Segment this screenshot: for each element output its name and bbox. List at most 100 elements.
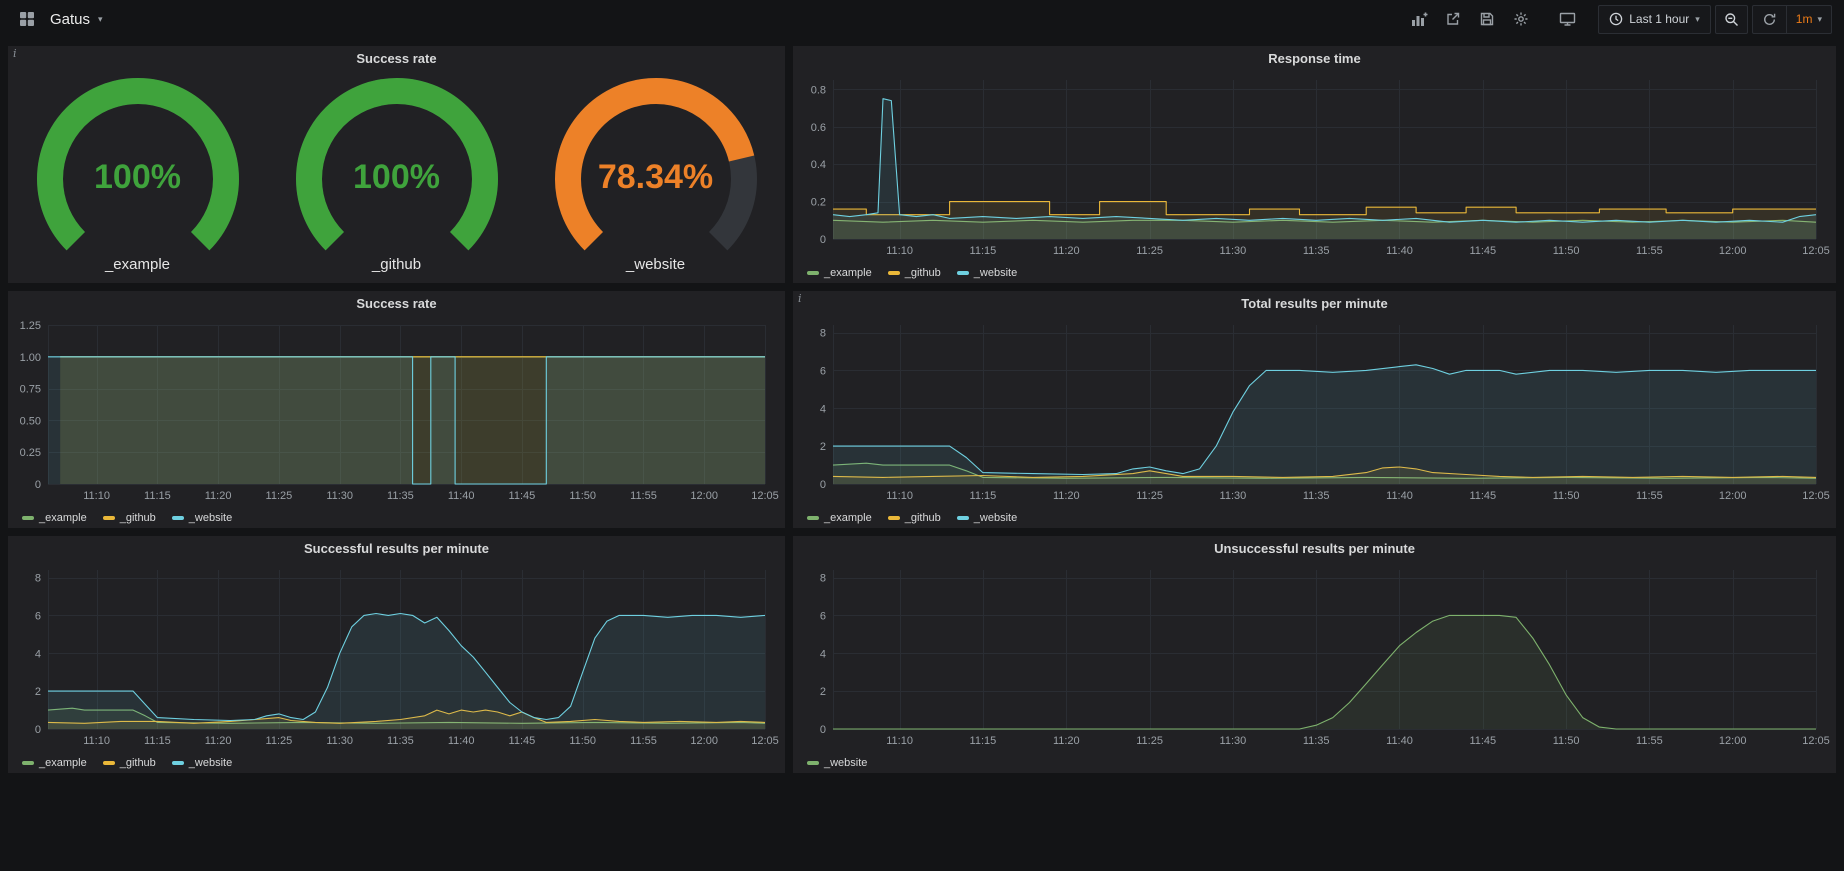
svg-text:11:40: 11:40 <box>448 735 475 747</box>
panel-success-rate-gauges: i Success rate 100% _example 100% _githu… <box>8 46 785 283</box>
svg-text:12:00: 12:00 <box>1719 245 1747 257</box>
svg-text:11:40: 11:40 <box>1386 490 1413 502</box>
navbar-left: Gatus ▾ <box>12 6 103 32</box>
total-results-chart[interactable]: 0246811:1011:1511:2011:2511:3011:3511:40… <box>797 317 1832 504</box>
chart-canvas[interactable]: 0246811:1011:1511:2011:2511:3011:3511:40… <box>797 562 1832 749</box>
dashboard-title-caret-icon[interactable]: ▾ <box>98 15 103 24</box>
panel-info-icon[interactable]: i <box>798 292 802 305</box>
legend-item-website[interactable]: _website <box>807 757 867 769</box>
y-axis-labels: 02468 <box>35 573 41 736</box>
svg-text:11:45: 11:45 <box>509 490 536 502</box>
chart-canvas[interactable]: 00.20.40.60.811:1011:1511:2011:2511:3011… <box>797 72 1832 259</box>
refresh-interval-dropdown[interactable]: 1m ▾ <box>1786 6 1831 33</box>
svg-text:11:10: 11:10 <box>886 490 913 502</box>
legend-marker <box>22 761 34 765</box>
svg-text:11:50: 11:50 <box>569 490 596 502</box>
svg-text:4: 4 <box>820 403 826 415</box>
top-navbar: Gatus ▾ Last 1 hour ▾ <box>0 0 1844 38</box>
svg-text:11:55: 11:55 <box>1636 735 1663 747</box>
svg-text:11:25: 11:25 <box>266 490 293 502</box>
svg-text:11:30: 11:30 <box>1220 245 1247 257</box>
legend-marker <box>807 761 819 765</box>
legend-item-example[interactable]: _example <box>22 512 87 524</box>
chart-canvas[interactable]: 00.250.500.751.001.2511:1011:1511:2011:2… <box>12 317 781 504</box>
svg-text:11:15: 11:15 <box>970 245 997 257</box>
legend-item-github[interactable]: _github <box>103 512 156 524</box>
save-button[interactable] <box>1472 6 1502 32</box>
legend-label: _github <box>905 512 941 524</box>
successful-results-chart[interactable]: 0246811:1011:1511:2011:2511:3011:3511:40… <box>12 562 781 749</box>
svg-text:11:15: 11:15 <box>970 735 997 747</box>
panel-success-rate-timeseries: Success rate 00.250.500.751.001.2511:101… <box>8 291 785 528</box>
panel-title[interactable]: Response time <box>793 46 1836 72</box>
svg-text:11:20: 11:20 <box>205 735 232 747</box>
legend-item-website[interactable]: _website <box>957 512 1017 524</box>
legend-label: _website <box>189 757 232 769</box>
panel-title[interactable]: Successful results per minute <box>8 536 785 562</box>
svg-text:12:00: 12:00 <box>690 735 718 747</box>
legend-item-github[interactable]: _github <box>888 512 941 524</box>
legend-item-example[interactable]: _example <box>807 267 872 279</box>
dashboard-grid-icon[interactable] <box>12 6 42 32</box>
svg-text:6: 6 <box>35 610 41 622</box>
legend-item-website[interactable]: _website <box>172 512 232 524</box>
legend-item-example[interactable]: _example <box>22 757 87 769</box>
tv-mode-button[interactable] <box>1552 6 1582 32</box>
share-button[interactable] <box>1438 6 1468 32</box>
panel-title[interactable]: Success rate <box>8 46 785 72</box>
add-panel-button[interactable] <box>1404 6 1434 32</box>
settings-button[interactable] <box>1506 6 1536 32</box>
legend-marker <box>957 516 969 520</box>
panel-title[interactable]: Success rate <box>8 291 785 317</box>
panel-title[interactable]: Unsuccessful results per minute <box>793 536 1836 562</box>
legend-label: _github <box>120 512 156 524</box>
svg-text:0: 0 <box>820 724 826 736</box>
series-_website <box>48 614 765 730</box>
legend-item-github[interactable]: _github <box>888 267 941 279</box>
legend-label: _example <box>824 512 872 524</box>
svg-text:2: 2 <box>35 686 41 698</box>
success-rate-chart[interactable]: 00.250.500.751.001.2511:1011:1511:2011:2… <box>12 317 781 504</box>
legend-marker <box>807 516 819 520</box>
panel-unsuccessful-results: Unsuccessful results per minute 0246811:… <box>793 536 1836 773</box>
svg-text:11:35: 11:35 <box>1303 245 1330 257</box>
dashboard-title[interactable]: Gatus <box>50 11 90 28</box>
svg-text:11:15: 11:15 <box>144 490 171 502</box>
gauge-value: 100% <box>353 158 440 197</box>
legend-item-website[interactable]: _website <box>957 267 1017 279</box>
gauge-label: _github <box>372 256 421 273</box>
svg-text:12:00: 12:00 <box>1719 735 1747 747</box>
chart-canvas[interactable]: 0246811:1011:1511:2011:2511:3011:3511:40… <box>797 317 1832 504</box>
legend-label: _example <box>824 267 872 279</box>
panel-title[interactable]: Total results per minute <box>793 291 1836 317</box>
gauge-value: 100% <box>94 158 181 197</box>
legend-item-website[interactable]: _website <box>172 757 232 769</box>
response-time-chart[interactable]: 00.20.40.60.811:1011:1511:2011:2511:3011… <box>797 72 1832 259</box>
unsuccessful-results-chart[interactable]: 0246811:1011:1511:2011:2511:3011:3511:40… <box>797 562 1832 749</box>
legend-marker <box>807 271 819 275</box>
legend-marker <box>957 271 969 275</box>
svg-text:12:05: 12:05 <box>1802 490 1830 502</box>
legend-label: _website <box>824 757 867 769</box>
svg-text:4: 4 <box>35 648 41 660</box>
refresh-button[interactable] <box>1753 6 1786 33</box>
gauge-website: 78.34% _website <box>553 76 759 273</box>
svg-text:11:10: 11:10 <box>886 735 913 747</box>
svg-text:11:45: 11:45 <box>509 735 536 747</box>
svg-text:11:30: 11:30 <box>326 490 353 502</box>
y-axis-labels: 00.20.40.60.8 <box>811 84 826 246</box>
time-range-picker[interactable]: Last 1 hour ▾ <box>1598 5 1711 34</box>
svg-text:0.6: 0.6 <box>811 122 826 134</box>
panel-info-icon[interactable]: i <box>13 47 17 60</box>
legend-item-github[interactable]: _github <box>103 757 156 769</box>
zoom-out-button[interactable] <box>1715 5 1748 34</box>
svg-text:0.75: 0.75 <box>20 384 41 396</box>
svg-text:6: 6 <box>820 365 826 377</box>
svg-text:11:10: 11:10 <box>886 245 913 257</box>
svg-text:1.00: 1.00 <box>20 352 41 364</box>
svg-text:2: 2 <box>820 441 826 453</box>
chart-legend: _example _github _website <box>807 512 1017 524</box>
chart-canvas[interactable]: 0246811:1011:1511:2011:2511:3011:3511:40… <box>12 562 781 749</box>
legend-item-example[interactable]: _example <box>807 512 872 524</box>
legend-marker <box>103 516 115 520</box>
